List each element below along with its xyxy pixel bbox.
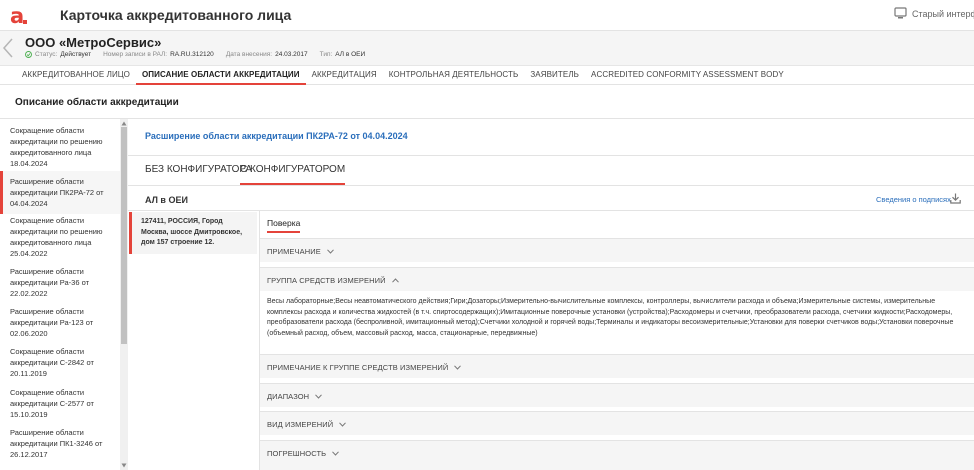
accordion-measuring-group[interactable]: ГРУППА СРЕДСТВ ИЗМЕРЕНИЙ	[260, 267, 974, 291]
page-title: Карточка аккредитованного лица	[60, 7, 292, 23]
reg-number-value: RA.RU.312120	[170, 51, 214, 58]
chevron-down-icon	[326, 249, 334, 254]
monitor-icon	[894, 7, 907, 19]
tab-applicant[interactable]: ЗАЯВИТЕЛЬ	[524, 66, 585, 85]
accordion-title: ПРИМЕЧАНИЕ К ГРУППЕ СРЕДСТВ ИЗМЕРЕНИЙ	[267, 363, 449, 372]
accordion-label: ГРУППА СРЕДСТВ ИЗМЕРЕНИЙ	[267, 276, 399, 285]
accordion-title: ДИАПАЗОН	[267, 392, 310, 401]
accordion-label: ПОГРЕШНОСТЬ	[267, 449, 340, 458]
accordion-note[interactable]: ПРИМЕЧАНИЕ	[260, 238, 974, 262]
entity-bar: ООО «МетроСервис» Статус: Действует Номе…	[0, 31, 974, 66]
section-title: Описание области аккредитации	[15, 97, 179, 108]
main-tabs: АККРЕДИТОВАННОЕ ЛИЦО ОПИСАНИЕ ОБЛАСТИ АК…	[0, 66, 974, 85]
date-value: 24.03.2017	[275, 51, 308, 58]
accordion-title: ПРИМЕЧАНИЕ	[267, 247, 321, 256]
measuring-group-text: Весы лабораторные;Весы неавтоматического…	[260, 291, 974, 354]
list-item[interactable]: Сокращение области аккредитации С-2577 о…	[0, 387, 120, 420]
list-item[interactable]: Сокращение области аккредитации С-2842 о…	[0, 346, 120, 379]
chevron-down-icon	[339, 422, 347, 427]
chevron-down-icon	[454, 365, 462, 370]
list-item[interactable]: Расширение области аккредитации ПК1-3246…	[0, 427, 120, 460]
accordion-group-note[interactable]: ПРИМЕЧАНИЕ К ГРУППЕ СРЕДСТВ ИЗМЕРЕНИЙ	[260, 354, 974, 378]
status-label: Статус:	[35, 51, 58, 58]
accordion-title: ГРУППА СРЕДСТВ ИЗМЕРЕНИЙ	[267, 276, 386, 285]
old-interface-label: Старый интерфейс	[912, 8, 974, 19]
scroll-down-icon[interactable]	[121, 463, 127, 468]
list-item[interactable]: Расширение области аккредитации Ра-36 от…	[0, 266, 120, 299]
list-item[interactable]: Расширение области аккредитации Ра-123 о…	[0, 306, 120, 339]
logo-icon[interactable]: a	[8, 5, 32, 27]
signatures-link[interactable]: Сведения о подписях	[876, 195, 951, 204]
date-label: Дата внесения:	[225, 51, 273, 58]
chevron-up-icon	[391, 278, 399, 283]
top-header: a Карточка аккредитованного лица Старый …	[0, 0, 974, 31]
back-chevron-icon[interactable]	[2, 37, 14, 59]
entity-name: ООО «МетроСервис»	[25, 35, 162, 50]
scroll-thumb[interactable]	[121, 127, 127, 344]
status-check-icon	[25, 51, 32, 58]
decision-title-link[interactable]: Расширение области аккредитации ПК2РА-72…	[145, 131, 408, 141]
list-item[interactable]: Сокращение области аккредитации по решен…	[0, 125, 120, 169]
divider	[128, 155, 974, 156]
tab-with-configurator[interactable]: С КОНФИГУРАТОРОМ	[240, 164, 346, 185]
chevron-down-icon	[315, 394, 323, 399]
list-item[interactable]: Сокращение области аккредитации по решен…	[0, 215, 120, 259]
divider	[0, 118, 974, 119]
tab-control-activity[interactable]: КОНТРОЛЬНАЯ ДЕЯТЕЛЬНОСТЬ	[383, 66, 525, 85]
download-icon[interactable]	[950, 193, 961, 204]
chevron-down-icon	[332, 451, 340, 456]
tab-scope-description[interactable]: ОПИСАНИЕ ОБЛАСТИ АККРЕДИТАЦИИ	[135, 66, 306, 85]
accordion-label: ПРИМЕЧАНИЕ	[267, 247, 334, 256]
list-item-active[interactable]: Расширение области аккредитации ПК2РА-72…	[0, 171, 120, 214]
scroll-up-icon[interactable]	[121, 121, 127, 126]
type-value: АЛ в ОЕИ	[335, 51, 366, 58]
accordion-measurement-kind[interactable]: ВИД ИЗМЕРЕНИЙ	[260, 411, 974, 435]
divider	[128, 185, 974, 186]
accordion-error[interactable]: ПОГРЕШНОСТЬ	[260, 440, 974, 470]
accordion-label: ПРИМЕЧАНИЕ К ГРУППЕ СРЕДСТВ ИЗМЕРЕНИЙ	[267, 363, 462, 372]
tab-poverka[interactable]: Поверка	[267, 218, 301, 233]
tab-accreditation[interactable]: АККРЕДИТАЦИЯ	[306, 66, 383, 85]
accordion-title: ПОГРЕШНОСТЬ	[267, 449, 327, 458]
address-item[interactable]: 127411, РОССИЯ, Город Москва, шоссе Дмит…	[129, 212, 257, 254]
accordion-label: ДИАПАЗОН	[267, 392, 323, 401]
type-label: Тип:	[319, 51, 333, 58]
accordion-title: ВИД ИЗМЕРЕНИЙ	[267, 420, 334, 429]
entity-meta: Статус: Действует Номер записи в РАЛ: RA…	[25, 51, 377, 58]
tab-accredited-person[interactable]: АККРЕДИТОВАННОЕ ЛИЦО	[16, 66, 136, 85]
svg-text:a: a	[10, 5, 24, 27]
accordion-label: ВИД ИЗМЕРЕНИЙ	[267, 420, 347, 429]
tab-accredited-body-en[interactable]: ACCREDITED CONFORMITY ASSESSMENT BODY	[585, 66, 790, 85]
old-interface-link[interactable]: Старый интерфейс	[894, 7, 974, 20]
accordion-range[interactable]: ДИАПАЗОН	[260, 383, 974, 407]
decisions-list: Сокращение области аккредитации по решен…	[0, 119, 128, 470]
tab-without-configurator[interactable]: БЕЗ КОНФИГУРАТОРА	[145, 164, 252, 185]
status-value: Действует	[60, 51, 92, 58]
al-title: АЛ в ОЕИ	[145, 195, 188, 205]
reg-number-label: Номер записи в РАЛ:	[103, 51, 168, 58]
